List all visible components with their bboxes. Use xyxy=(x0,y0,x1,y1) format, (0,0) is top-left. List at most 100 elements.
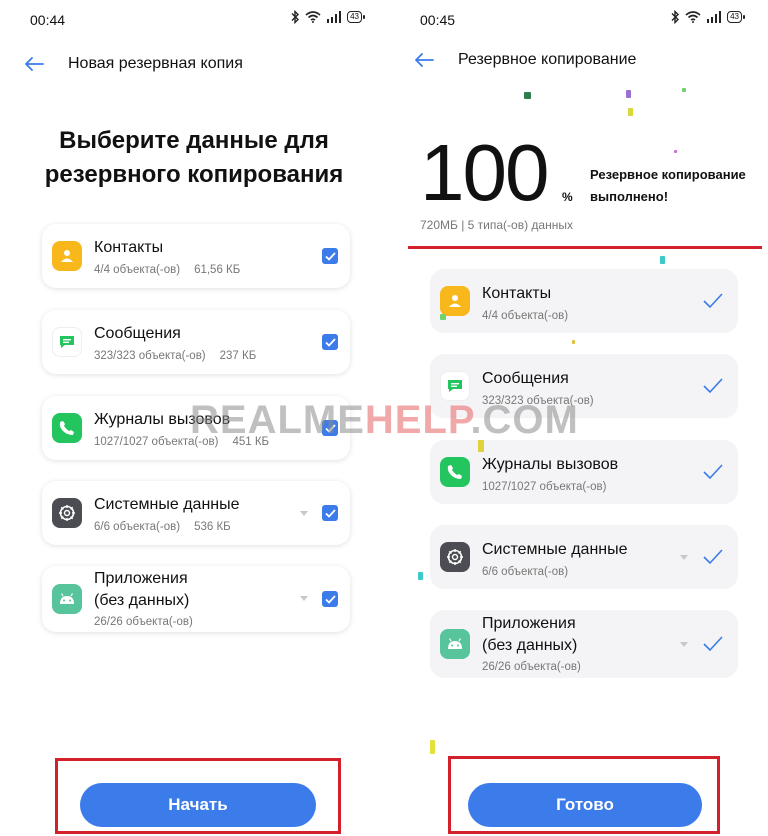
done-check-icon xyxy=(703,378,723,394)
contacts-icon xyxy=(440,286,470,316)
highlight-frame xyxy=(448,756,720,834)
backup-item-messages[interactable]: Сообщения 323/323 объекта(-ов) 237 КБ xyxy=(42,310,350,374)
progress-percent: 100 xyxy=(420,128,549,217)
backup-item-contacts[interactable]: Контакты 4/4 объекта(-ов) 61,56 КБ xyxy=(42,224,350,288)
backup-item-call-logs[interactable]: Журналы вызовов 1027/1027 объекта(-ов) 45… xyxy=(42,396,350,460)
backup-selection-screen: 00:44 43 Новая резервная копия Выберите … xyxy=(0,0,388,836)
backup-item-contacts: Контакты 4/4 объекта(-ов) xyxy=(430,269,738,333)
page-title: Резервное копирование xyxy=(458,51,637,68)
confetti-piece xyxy=(524,92,531,99)
item-count: 6/6 объекта(-ов) xyxy=(94,521,181,533)
android-icon xyxy=(52,584,82,614)
contacts-icon xyxy=(52,241,82,271)
item-name: Приложения (без данных) xyxy=(482,613,577,657)
done-check-icon xyxy=(703,549,723,565)
item-name: Системные данные xyxy=(482,541,628,558)
status-bar: 00:44 43 xyxy=(0,10,388,30)
expand-caret-icon[interactable] xyxy=(680,555,688,560)
confetti-piece xyxy=(430,740,435,754)
confetti-piece xyxy=(660,256,665,264)
item-details: 6/6 объекта(-ов) 536 КБ xyxy=(94,521,231,533)
item-checkbox[interactable] xyxy=(322,248,338,264)
done-check-icon xyxy=(703,636,723,652)
confetti-piece xyxy=(478,440,484,452)
item-details: 4/4 объекта(-ов) 61,56 КБ xyxy=(94,264,240,276)
status-time: 00:45 xyxy=(420,12,456,28)
backup-complete-screen: 00:45 43 Резервное копирование 100 % Рез… xyxy=(390,0,768,836)
messages-icon xyxy=(440,371,470,401)
done-check-icon xyxy=(703,464,723,480)
item-count: 6/6 объекта(-ов) xyxy=(482,566,569,578)
item-details: 1027/1027 объекта(-ов) 451 КБ xyxy=(94,436,269,448)
item-checkbox[interactable] xyxy=(322,505,338,521)
headline-line-2: резервного копирования xyxy=(44,161,344,188)
battery-icon: 43 xyxy=(347,11,365,23)
backup-item-apps: Приложения (без данных) 26/26 объекта(-о… xyxy=(430,610,738,678)
settings-gear-icon xyxy=(440,542,470,572)
done-check-icon xyxy=(703,293,723,309)
completion-line-1: Резервное копирование xyxy=(590,167,746,182)
item-count: 4/4 объекта(-ов) xyxy=(482,310,569,322)
phone-icon xyxy=(440,457,470,487)
expand-caret-icon[interactable] xyxy=(300,511,308,516)
item-name: Контакты xyxy=(482,285,552,302)
item-checkbox[interactable] xyxy=(322,334,338,350)
top-app-bar: Резервное копирование xyxy=(414,50,744,70)
back-arrow-icon[interactable] xyxy=(414,50,442,70)
item-count: 26/26 объекта(-ов) xyxy=(482,661,581,673)
battery-icon: 43 xyxy=(727,11,745,23)
headline-line-1: Выберите данные для xyxy=(59,127,329,154)
android-icon xyxy=(440,629,470,659)
status-icons: 43 xyxy=(290,10,365,24)
backup-item-messages: Сообщения 323/323 объекта(-ов) xyxy=(430,354,738,418)
item-name-line-1: Приложения xyxy=(94,570,188,587)
backup-item-apps[interactable]: Приложения (без данных) 26/26 объекта(-о… xyxy=(42,566,350,632)
item-size: 61,56 КБ xyxy=(194,264,241,276)
percent-sign: % xyxy=(562,190,573,204)
item-name: Сообщения xyxy=(482,370,569,387)
item-size: 237 КБ xyxy=(219,350,257,362)
confetti-piece xyxy=(418,572,423,580)
completion-line-2: выполнено! xyxy=(590,189,669,204)
item-count: 4/4 объекта(-ов) xyxy=(94,264,181,276)
confetti-piece xyxy=(440,314,446,320)
confetti-piece xyxy=(674,150,677,153)
item-checkbox[interactable] xyxy=(322,591,338,607)
wifi-icon xyxy=(685,11,701,23)
item-name-line-2: (без данных) xyxy=(482,637,578,654)
phone-icon xyxy=(52,413,82,443)
signal-icon xyxy=(707,11,722,23)
confetti-piece xyxy=(682,88,686,92)
backup-item-system-data[interactable]: Системные данные 6/6 объекта(-ов) 536 КБ xyxy=(42,481,350,545)
signal-icon xyxy=(327,11,342,23)
expand-caret-icon[interactable] xyxy=(300,596,308,601)
back-arrow-icon[interactable] xyxy=(24,54,52,74)
item-size: 536 КБ xyxy=(194,521,231,533)
bluetooth-icon xyxy=(671,10,680,24)
backup-summary: 720МБ | 5 типа(-ов) данных xyxy=(420,218,573,232)
item-count: 323/323 объекта(-ов) xyxy=(482,395,594,407)
item-name: Системные данные xyxy=(94,496,240,513)
status-bar: 00:45 43 xyxy=(390,10,768,30)
item-count: 323/323 объекта(-ов) xyxy=(94,350,206,362)
item-name-line-1: Приложения xyxy=(482,615,576,632)
highlight-underline xyxy=(408,246,762,249)
item-count: 1027/1027 объекта(-ов) xyxy=(94,436,219,448)
settings-gear-icon xyxy=(52,498,82,528)
confetti-piece xyxy=(628,108,633,116)
expand-caret-icon[interactable] xyxy=(680,642,688,647)
status-icons: 43 xyxy=(670,10,745,24)
bluetooth-icon xyxy=(291,10,300,24)
backup-item-call-logs: Журналы вызовов 1027/1027 объекта(-ов) xyxy=(430,440,738,504)
item-name: Журналы вызовов xyxy=(482,456,619,473)
headline: Выберите данные для резервного копирован… xyxy=(20,124,368,192)
item-size: 451 КБ xyxy=(232,436,270,448)
item-details: 323/323 объекта(-ов) 237 КБ xyxy=(94,350,256,362)
item-name-line-2: (без данных) xyxy=(94,592,190,609)
item-checkbox[interactable] xyxy=(322,420,338,436)
item-name: Контакты xyxy=(94,239,164,256)
highlight-frame xyxy=(55,758,341,834)
completion-message: Резервное копирование выполнено! xyxy=(590,164,768,208)
item-count: 1027/1027 объекта(-ов) xyxy=(482,481,607,493)
item-count: 26/26 объекта(-ов) xyxy=(94,616,193,628)
